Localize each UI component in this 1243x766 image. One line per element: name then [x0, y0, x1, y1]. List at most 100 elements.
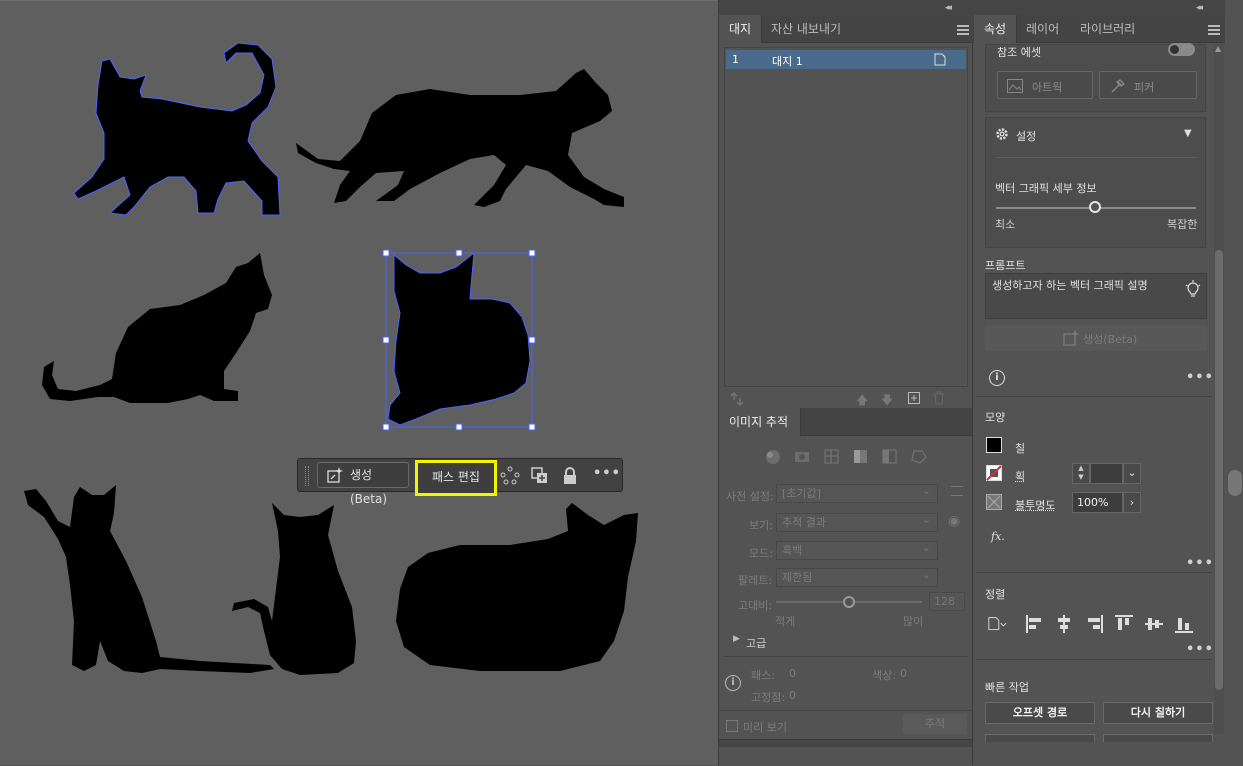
artboard-options-icon[interactable]	[934, 53, 946, 66]
tab-layers[interactable]: 레이어	[1016, 15, 1069, 43]
tab-asset-export[interactable]: 자산 내보내기	[761, 15, 851, 43]
cat-walking-large[interactable]	[296, 69, 624, 207]
panel-header-bar: ◂◂	[974, 0, 1225, 15]
align-center-v-icon[interactable]	[1144, 614, 1164, 634]
prompt-textarea[interactable]: 생성하고자 하는 벡터 그래픽 설명	[985, 273, 1207, 319]
generate-beta-panel-button[interactable]: 생성(Beta)	[985, 325, 1207, 351]
opacity-expand-icon[interactable]: ›	[1123, 492, 1141, 513]
delete-artboard-icon[interactable]	[933, 391, 945, 405]
opacity-label[interactable]: 불투명도	[1015, 497, 1055, 513]
cat-walking-tail-up[interactable]	[73, 42, 281, 216]
align-left-icon[interactable]	[1025, 614, 1045, 634]
artboard-row[interactable]: 1 대지 1	[726, 50, 966, 69]
preset-label: 사전 설정:	[726, 490, 774, 503]
artwork-button[interactable]: 아트웍	[997, 71, 1093, 99]
threshold-slider-knob[interactable]	[843, 596, 855, 608]
more-options-icon[interactable]: •••	[1186, 370, 1214, 385]
panel-resize-handle[interactable]	[719, 739, 972, 747]
settings-collapse-icon[interactable]: ▼	[1184, 128, 1192, 139]
view-select[interactable]: 추적 결과	[776, 511, 938, 532]
stroke-weight-dropdown[interactable]: ⌄	[1123, 463, 1141, 484]
eye-icon[interactable]: ◉	[948, 513, 960, 529]
panel-menu-icon[interactable]	[1208, 25, 1220, 35]
detail-max-label: 복잡한	[1167, 218, 1198, 231]
info-icon[interactable]: i	[989, 370, 1005, 386]
trace-button[interactable]: 추적	[903, 714, 967, 734]
anchor-points-icon[interactable]	[500, 466, 520, 486]
threshold-label: 고대비:	[738, 599, 773, 612]
stroke-label[interactable]: 획	[1015, 468, 1025, 484]
grayscale-icon[interactable]	[854, 450, 867, 463]
palette-select[interactable]: 제한됨	[776, 566, 938, 587]
artboard-canvas[interactable]: 생성(Beta) 패스 편집 •••	[0, 0, 718, 765]
stroke-none-swatch[interactable]	[986, 465, 1002, 481]
more-options-icon[interactable]: •••	[1186, 642, 1214, 657]
align-label: 정렬	[985, 588, 1006, 601]
picker-button[interactable]: 피커	[1099, 71, 1197, 99]
stroke-weight-field[interactable]	[1090, 463, 1123, 484]
lightbulb-icon[interactable]	[1185, 280, 1201, 298]
align-right-icon[interactable]	[1084, 614, 1104, 634]
preset-select[interactable]: [초기값]	[776, 482, 938, 503]
stroke-weight-stepper[interactable]: ▲ ▼	[1072, 463, 1090, 484]
opacity-field[interactable]: 100%	[1072, 492, 1123, 513]
more-options-icon[interactable]: •••	[1186, 556, 1214, 571]
mode-select[interactable]: 흑백	[776, 539, 938, 560]
collapse-panel-icon[interactable]: ◂◂	[1196, 3, 1203, 13]
advanced-chevron-icon[interactable]: ▶	[733, 634, 740, 644]
photo-icon[interactable]	[795, 452, 809, 462]
cat-pawing[interactable]	[24, 485, 274, 673]
detail-min-label: 최소	[995, 218, 1016, 231]
artboard-row-name: 대지 1	[772, 55, 803, 68]
auto-color-icon[interactable]	[766, 450, 780, 464]
cat-lying-selected[interactable]	[387, 251, 531, 426]
artboards-tabbar: 대지 자산 내보내기	[719, 15, 974, 43]
tab-image-trace[interactable]: 이미지 추적	[719, 408, 801, 436]
more-options-icon[interactable]: •••	[593, 466, 621, 481]
divider	[976, 396, 1212, 397]
vector-detail-slider-knob[interactable]	[1089, 201, 1101, 213]
outline-icon[interactable]	[911, 450, 927, 464]
advanced-label[interactable]: 고급	[746, 635, 766, 651]
reference-asset-toggle[interactable]	[1168, 43, 1195, 56]
preset-list-icon[interactable]	[951, 486, 963, 496]
align-center-h-icon[interactable]	[1054, 614, 1074, 634]
new-artboard-icon[interactable]	[908, 392, 920, 404]
cat-sitting-back[interactable]	[232, 503, 356, 675]
fill-label[interactable]: 칠	[1015, 440, 1025, 456]
artboard-row-number: 1	[732, 53, 739, 66]
fx-icon[interactable]: fx.	[991, 530, 1005, 543]
outer-scroll-handle[interactable]	[1228, 470, 1242, 496]
duplicate-icon[interactable]	[530, 466, 550, 486]
collapse-panel-icon[interactable]: ◂◂	[945, 3, 952, 13]
trace-preset-icons	[766, 449, 927, 464]
offset-path-button[interactable]: 오프셋 경로	[985, 702, 1095, 724]
black-white-icon[interactable]	[882, 449, 897, 464]
tab-artboards[interactable]: 대지	[719, 15, 763, 43]
panel-menu-icon[interactable]	[957, 25, 969, 35]
partial-button[interactable]	[1103, 734, 1213, 742]
preview-checkbox[interactable]	[726, 720, 738, 732]
tab-properties[interactable]: 속성	[974, 15, 1018, 43]
grid-icon[interactable]	[824, 449, 839, 464]
cat-loaf[interactable]	[396, 503, 638, 671]
partial-button[interactable]	[985, 734, 1095, 742]
lock-icon[interactable]	[560, 466, 580, 486]
align-bottom-icon[interactable]	[1174, 614, 1194, 634]
generate-beta-button[interactable]: 생성(Beta)	[317, 462, 409, 506]
recolor-button[interactable]: 다시 칠하기	[1103, 702, 1213, 724]
toolbar-drag-handle[interactable]	[305, 466, 309, 486]
threshold-value-field[interactable]: 128	[929, 592, 965, 611]
edit-path-button[interactable]: 패스 편집	[415, 460, 497, 496]
preview-label: 미리 보기	[743, 721, 787, 734]
scrollbar-thumb[interactable]	[1215, 250, 1223, 690]
fill-swatch[interactable]	[986, 437, 1002, 453]
align-top-icon[interactable]	[1114, 614, 1134, 634]
rearrange-artboards-icon[interactable]	[730, 392, 744, 406]
threshold-min-label: 적게	[775, 615, 796, 628]
align-to-icon[interactable]	[987, 614, 1007, 634]
cat-silhouettes	[24, 42, 638, 675]
tab-libraries[interactable]: 라이브러리	[1070, 15, 1145, 43]
scroll-up-icon[interactable]: ▲	[1215, 44, 1221, 53]
cat-sitting-left[interactable]	[42, 253, 272, 403]
